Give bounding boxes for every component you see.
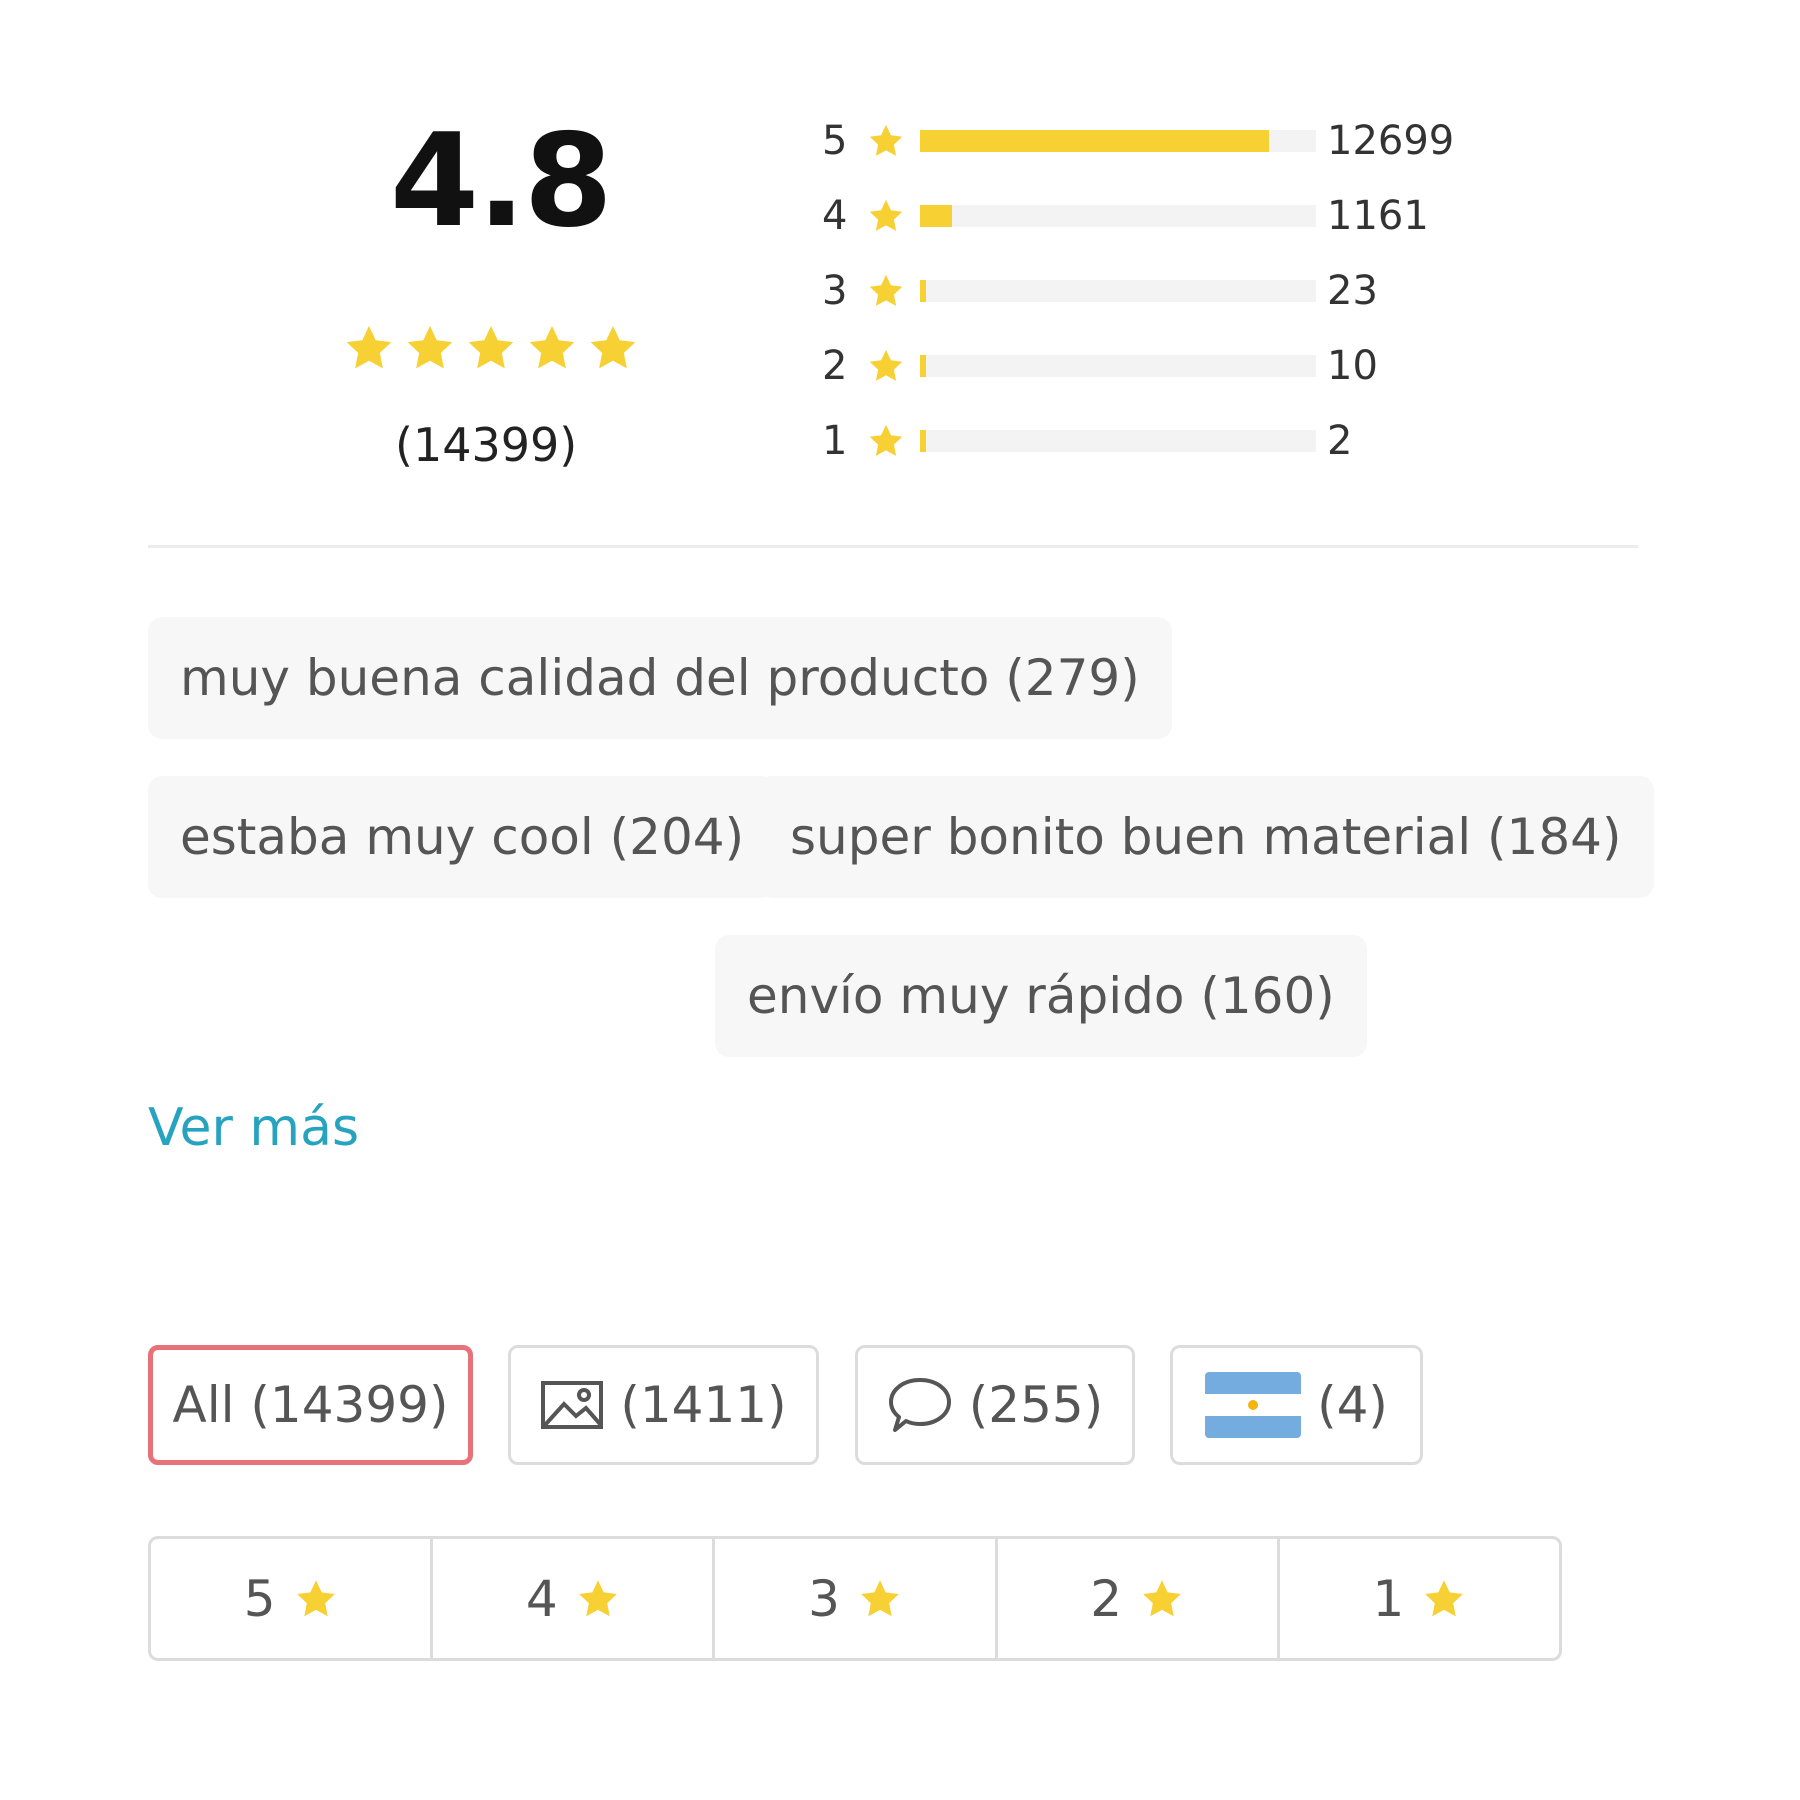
histogram-row-4[interactable]: 4 1161 bbox=[822, 186, 1622, 246]
star-icon bbox=[858, 1577, 902, 1621]
star-icon bbox=[343, 322, 395, 374]
histogram-count: 10 bbox=[1327, 343, 1378, 389]
star-icon bbox=[1422, 1577, 1466, 1621]
average-rating: 4.8 bbox=[390, 107, 613, 256]
histogram-row-2[interactable]: 2 10 bbox=[822, 336, 1622, 396]
histogram-star-label: 4 bbox=[822, 193, 848, 239]
filter-comments-button[interactable]: (255) bbox=[855, 1345, 1135, 1465]
histogram-star-label: 2 bbox=[822, 343, 848, 389]
histogram-bar-track bbox=[920, 280, 1316, 302]
star-filter-label: 3 bbox=[808, 1569, 840, 1628]
histogram-bar-track bbox=[920, 430, 1316, 452]
filter-label: (255) bbox=[968, 1376, 1104, 1434]
star-filter-group: 5 4 3 2 1 bbox=[148, 1536, 1562, 1661]
histogram-star-label: 5 bbox=[822, 118, 848, 164]
histogram-bar-track bbox=[920, 355, 1316, 377]
histogram-star-label: 3 bbox=[822, 268, 848, 314]
filter-label: (4) bbox=[1317, 1376, 1388, 1434]
star-icon bbox=[867, 347, 905, 385]
histogram-row-3[interactable]: 3 23 bbox=[822, 261, 1622, 321]
star-icon bbox=[526, 322, 578, 374]
histogram-row-5[interactable]: 5 12699 bbox=[822, 111, 1622, 171]
star-filter-label: 5 bbox=[243, 1569, 276, 1628]
histogram-count: 23 bbox=[1327, 268, 1378, 314]
histogram-bar-track bbox=[920, 130, 1316, 152]
star-filter-label: 2 bbox=[1090, 1569, 1123, 1628]
histogram-row-1[interactable]: 1 2 bbox=[822, 411, 1622, 471]
histogram-bar-fill bbox=[920, 205, 953, 227]
star-icon bbox=[867, 422, 905, 460]
star-icon bbox=[587, 322, 639, 374]
see-more-link[interactable]: Ver más bbox=[148, 1098, 359, 1158]
histogram-bar-fill bbox=[920, 430, 926, 452]
star-filter-label: 4 bbox=[525, 1569, 558, 1628]
star-filter-4-button[interactable]: 4 bbox=[433, 1539, 716, 1658]
histogram-count: 2 bbox=[1327, 418, 1353, 464]
review-tag[interactable]: envío muy rápido (160) bbox=[715, 935, 1367, 1057]
star-icon bbox=[867, 122, 905, 160]
star-icon bbox=[1140, 1577, 1184, 1621]
histogram-bar-fill bbox=[920, 355, 926, 377]
filter-photos-button[interactable]: (1411) bbox=[508, 1345, 819, 1465]
star-icon bbox=[294, 1577, 338, 1621]
filter-label: All (14399) bbox=[172, 1376, 449, 1434]
star-icon bbox=[576, 1577, 620, 1621]
histogram-count: 1161 bbox=[1327, 193, 1429, 239]
comment-icon bbox=[887, 1376, 953, 1434]
star-icon bbox=[465, 322, 517, 374]
star-icon bbox=[867, 197, 905, 235]
star-icon bbox=[404, 322, 456, 374]
filter-all-button[interactable]: All (14399) bbox=[148, 1345, 473, 1465]
average-rating-stars bbox=[343, 322, 639, 374]
image-icon bbox=[540, 1380, 604, 1430]
filter-label: (1411) bbox=[620, 1376, 787, 1434]
review-tag[interactable]: super bonito buen material (184) bbox=[758, 776, 1654, 898]
star-filter-label: 1 bbox=[1372, 1569, 1405, 1628]
histogram-bar-track bbox=[920, 205, 1316, 227]
histogram-count: 12699 bbox=[1327, 118, 1455, 164]
histogram-star-label: 1 bbox=[822, 418, 848, 464]
star-filter-3-button[interactable]: 3 bbox=[715, 1539, 998, 1658]
filter-country-button[interactable]: (4) bbox=[1170, 1345, 1423, 1465]
histogram-bar-fill bbox=[920, 280, 926, 302]
star-filter-5-button[interactable]: 5 bbox=[151, 1539, 434, 1658]
star-filter-2-button[interactable]: 2 bbox=[998, 1539, 1280, 1658]
section-divider bbox=[148, 545, 1638, 548]
argentina-flag-icon bbox=[1205, 1372, 1302, 1438]
histogram-bar-fill bbox=[920, 130, 1270, 152]
review-tag[interactable]: estaba muy cool (204) bbox=[148, 776, 777, 898]
star-icon bbox=[867, 272, 905, 310]
total-reviews: (14399) bbox=[395, 418, 578, 472]
review-tag[interactable]: muy buena calidad del producto (279) bbox=[148, 617, 1172, 739]
star-filter-1-button[interactable]: 1 bbox=[1280, 1539, 1559, 1658]
